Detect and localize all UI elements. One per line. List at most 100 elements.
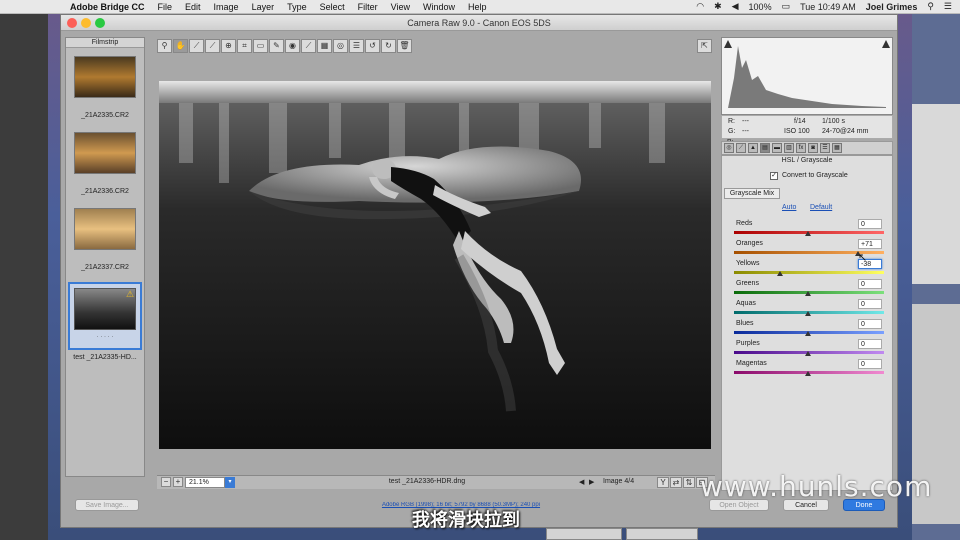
menu-app-name[interactable]: Adobe Bridge CC: [70, 2, 145, 12]
slider-value-input[interactable]: 0: [858, 339, 882, 349]
slider-handle[interactable]: [805, 371, 811, 376]
split-toning-tab-icon[interactable]: ▬: [772, 143, 782, 153]
menu-view[interactable]: View: [391, 2, 410, 12]
image-counter: Image 4/4: [603, 478, 635, 485]
menu-image[interactable]: Image: [214, 2, 239, 12]
targeted-adjustment-icon[interactable]: ⊕: [221, 39, 236, 53]
hand-tool-icon[interactable]: ✋: [173, 39, 188, 53]
slider-handle[interactable]: [805, 311, 811, 316]
zoom-dropdown-icon[interactable]: ▾: [225, 477, 235, 488]
menu-help[interactable]: Help: [468, 2, 487, 12]
slider-handle[interactable]: [805, 291, 811, 296]
filmstrip-selected[interactable]: ⚠ · · · · ·: [68, 282, 142, 350]
spot-removal-icon[interactable]: ✎: [269, 39, 284, 53]
radial-filter-icon[interactable]: ◎: [333, 39, 348, 53]
battery-level[interactable]: 100%: [749, 2, 772, 12]
hsl-tab-icon[interactable]: ▤: [760, 143, 770, 153]
slider-blues: Blues 0: [734, 319, 884, 340]
save-image-button[interactable]: Save Image...: [75, 499, 139, 511]
menu-layer[interactable]: Layer: [252, 2, 275, 12]
red-eye-icon[interactable]: ◉: [285, 39, 300, 53]
slider-label: Greens: [736, 280, 759, 287]
image-preview[interactable]: [159, 81, 711, 449]
slider-handle[interactable]: [777, 271, 783, 276]
tool-bar: ⚲ ✋ ⟋ ⟋ ⊕ ⌗ ▭ ✎ ◉ ⟋ ▦ ◎ ☰ ↺ ↻ 🗑: [157, 39, 415, 53]
rotate-right-icon[interactable]: ↻: [381, 39, 396, 53]
menu-type[interactable]: Type: [287, 2, 307, 12]
crop-tool-icon[interactable]: ⌗: [237, 39, 252, 53]
zoom-out-icon[interactable]: −: [161, 477, 171, 487]
desktop-left: [0, 14, 48, 540]
detail-tab-icon[interactable]: ▲: [748, 143, 758, 153]
slider-label: Aquas: [736, 300, 756, 307]
zoom-in-icon[interactable]: +: [173, 477, 183, 487]
rotate-left-icon[interactable]: ↺: [365, 39, 380, 53]
trash-icon[interactable]: 🗑: [397, 39, 412, 53]
battery-icon[interactable]: ▭: [782, 1, 791, 12]
slider-track[interactable]: [734, 271, 884, 274]
tab-grayscale-mix[interactable]: Grayscale Mix: [724, 188, 780, 199]
menu-filter[interactable]: Filter: [358, 2, 378, 12]
bluetooth-icon[interactable]: ✱: [714, 1, 722, 12]
notification-icon[interactable]: ☰: [944, 1, 952, 12]
slider-label: Blues: [736, 320, 754, 327]
before-after-icon[interactable]: Y: [657, 477, 669, 488]
rating-stars[interactable]: · · · · ·: [74, 334, 136, 340]
default-link[interactable]: Default: [810, 204, 832, 211]
minimize-icon[interactable]: [81, 18, 91, 28]
lens-tab-icon[interactable]: ▥: [784, 143, 794, 153]
menu-edit[interactable]: Edit: [185, 2, 201, 12]
slider-value-input[interactable]: 0: [858, 319, 882, 329]
white-balance-tool-icon[interactable]: ⟋: [189, 39, 204, 53]
zoom-level: 21.1%: [189, 479, 209, 486]
filmstrip-thumb[interactable]: [74, 208, 136, 250]
slider-value-input[interactable]: 0: [858, 219, 882, 229]
auto-link[interactable]: Auto: [782, 204, 796, 211]
convert-grayscale-checkbox[interactable]: ✓: [770, 172, 778, 180]
adjustment-brush-icon[interactable]: ⟋: [301, 39, 316, 53]
user-name[interactable]: Joel Grimes: [866, 2, 918, 12]
filmstrip-thumb[interactable]: [74, 132, 136, 174]
slider-value-input[interactable]: 0: [858, 359, 882, 369]
camera-calibration-tab-icon[interactable]: ◙: [808, 143, 818, 153]
filmstrip-label: test _21A2335-HD...: [73, 354, 137, 361]
color-sampler-icon[interactable]: ⟋: [205, 39, 220, 53]
slider-value-input[interactable]: 0: [858, 279, 882, 289]
clock[interactable]: Tue 10:49 AM: [800, 2, 856, 12]
swap-icon[interactable]: ⇄: [670, 477, 682, 488]
tone-curve-tab-icon[interactable]: ⟋: [736, 143, 746, 153]
slider-label: Magentas: [736, 360, 767, 367]
zoom-tool-icon[interactable]: ⚲: [157, 39, 172, 53]
slider-handle[interactable]: [805, 351, 811, 356]
warning-icon: ⚠: [126, 289, 135, 299]
search-icon[interactable]: ⚲: [927, 1, 934, 12]
volume-icon[interactable]: ◀: [732, 1, 739, 12]
slider-handle[interactable]: [805, 331, 811, 336]
photo-canvas: [159, 81, 711, 449]
menu-window[interactable]: Window: [423, 2, 455, 12]
next-image-icon[interactable]: ▶: [589, 478, 594, 486]
effects-tab-icon[interactable]: fx: [796, 143, 806, 153]
snapshots-tab-icon[interactable]: ▦: [832, 143, 842, 153]
filmstrip: Filmstrip _21A2335.CR2 _21A2336.CR2 _21A…: [65, 37, 145, 477]
zoom-level-select[interactable]: 21.1%: [185, 477, 225, 488]
prev-image-icon[interactable]: ◀: [579, 478, 584, 486]
preferences-icon[interactable]: ☰: [349, 39, 364, 53]
menu-select[interactable]: Select: [320, 2, 345, 12]
slider-aquas: Aquas 0: [734, 299, 884, 320]
graduated-filter-icon[interactable]: ▦: [317, 39, 332, 53]
slider-handle[interactable]: [805, 231, 811, 236]
copy-settings-icon[interactable]: ⇅: [683, 477, 695, 488]
fullscreen-icon[interactable]: ⇱: [697, 39, 712, 53]
slider-value-input[interactable]: 0: [858, 299, 882, 309]
slider-value-input[interactable]: +71: [858, 239, 882, 249]
close-icon[interactable]: [67, 18, 77, 28]
basic-tab-icon[interactable]: ◎: [724, 143, 734, 153]
menu-file[interactable]: File: [158, 2, 173, 12]
window-titlebar: Camera Raw 9.0 - Canon EOS 5DS: [61, 15, 897, 31]
wifi-icon[interactable]: ◠: [696, 1, 704, 12]
straighten-tool-icon[interactable]: ▭: [253, 39, 268, 53]
presets-tab-icon[interactable]: ☰: [820, 143, 830, 153]
filmstrip-thumb[interactable]: [74, 56, 136, 98]
zoom-icon[interactable]: [95, 18, 105, 28]
